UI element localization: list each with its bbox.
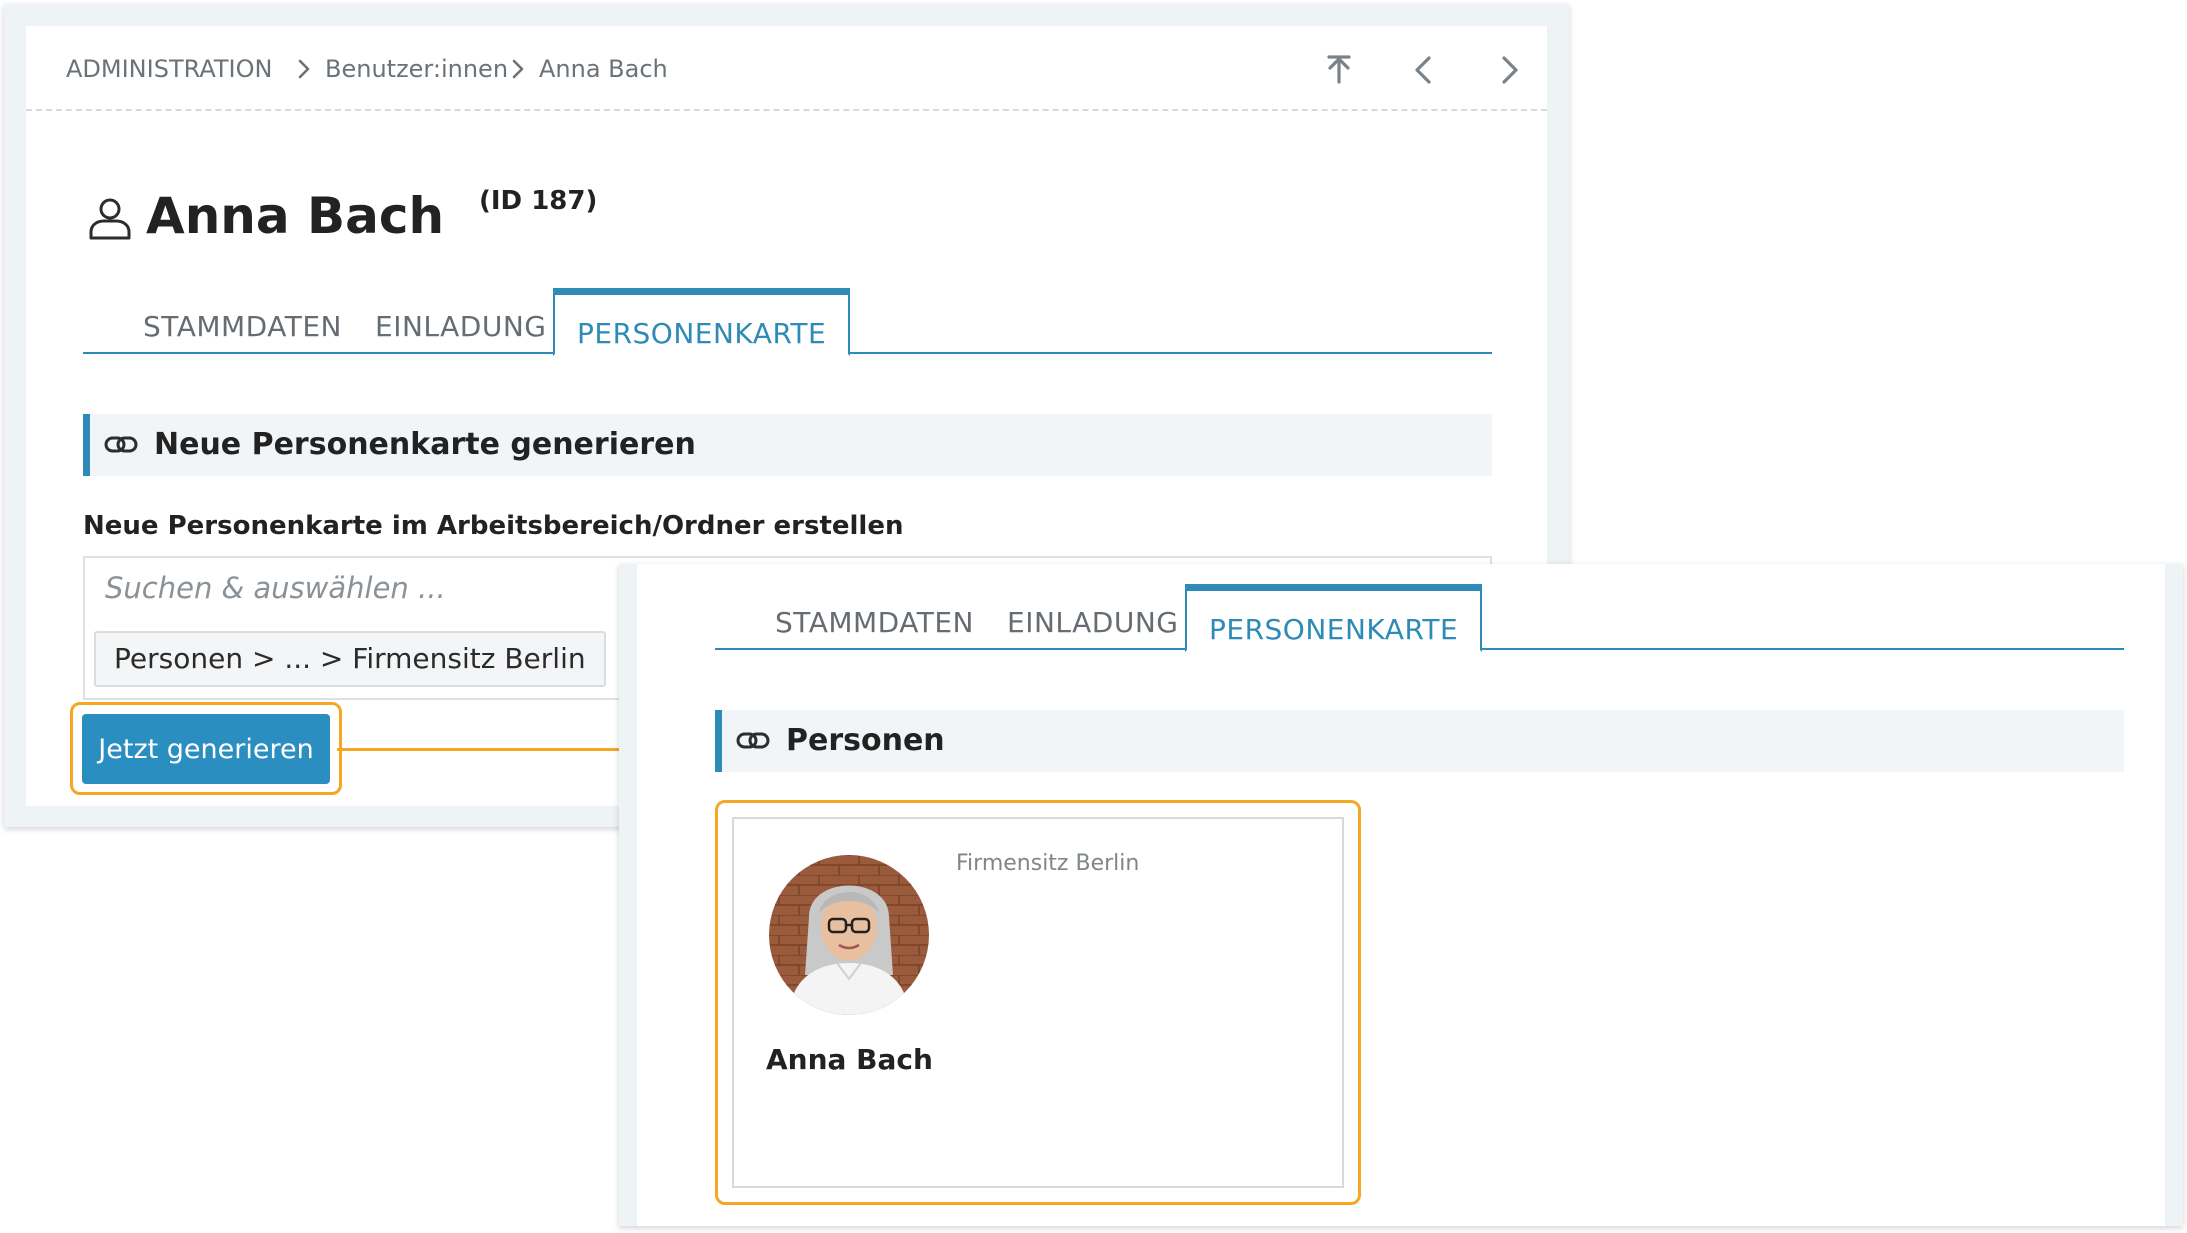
avatar: [769, 855, 929, 1015]
highlight-frame: Jetzt generieren: [70, 702, 342, 795]
up-arrow-icon[interactable]: [1321, 52, 1357, 88]
tab-personenkarte[interactable]: PERSONENKARTE: [553, 288, 851, 356]
section-header-personen: Personen: [715, 710, 2124, 772]
connector-line: [337, 748, 653, 751]
breadcrumb-item-administration[interactable]: ADMINISTRATION: [66, 55, 272, 83]
chevron-right-icon: [298, 59, 310, 79]
breadcrumb-item-benutzer[interactable]: Benutzer:innen: [325, 55, 508, 83]
breadcrumb: ADMINISTRATION Benutzer:innen Anna Bach: [26, 26, 1547, 111]
tab-stammdaten[interactable]: STAMMDATEN: [775, 606, 974, 640]
page-title: Anna Bach: [146, 187, 445, 245]
chevron-right-icon[interactable]: [1491, 52, 1527, 88]
breadcrumb-item-current: Anna Bach: [539, 55, 668, 83]
person-card-result-panel: STAMMDATEN EINLADUNG PERSONENKARTE Perso…: [619, 564, 2183, 1226]
tab-einladung[interactable]: EINLADUNG: [375, 310, 547, 344]
generate-button[interactable]: Jetzt generieren: [82, 714, 330, 784]
chevron-left-icon[interactable]: [1406, 52, 1442, 88]
result-card: STAMMDATEN EINLADUNG PERSONENKARTE Perso…: [637, 564, 2165, 1226]
highlight-frame: Firmensitz Berlin Anna Bach: [715, 800, 1361, 1205]
user-icon: [89, 198, 131, 240]
selected-folder-chip[interactable]: Personen > ... > Firmensitz Berlin: [94, 631, 606, 687]
card-name: Anna Bach: [766, 1043, 933, 1076]
avatar-portrait: [769, 855, 929, 1015]
link-icon: [736, 732, 770, 749]
tab-bar: STAMMDATEN EINLADUNG PERSONENKARTE: [83, 288, 1492, 356]
folder-field-label: Neue Personenkarte im Arbeitsbereich/Ord…: [83, 511, 904, 541]
chevron-right-icon: [512, 59, 524, 79]
card-location: Firmensitz Berlin: [956, 851, 1140, 876]
user-id-label: (ID 187): [479, 186, 598, 216]
person-card[interactable]: Firmensitz Berlin Anna Bach: [732, 817, 1344, 1188]
link-icon: [104, 436, 138, 453]
section-title: Personen: [786, 723, 945, 758]
section-title: Neue Personenkarte generieren: [154, 427, 696, 462]
tab-stammdaten[interactable]: STAMMDATEN: [143, 310, 342, 344]
tab-personenkarte[interactable]: PERSONENKARTE: [1185, 584, 1483, 652]
tab-bar: STAMMDATEN EINLADUNG PERSONENKARTE: [715, 584, 2124, 652]
section-header-generate: Neue Personenkarte generieren: [83, 414, 1492, 476]
tab-einladung[interactable]: EINLADUNG: [1007, 606, 1179, 640]
